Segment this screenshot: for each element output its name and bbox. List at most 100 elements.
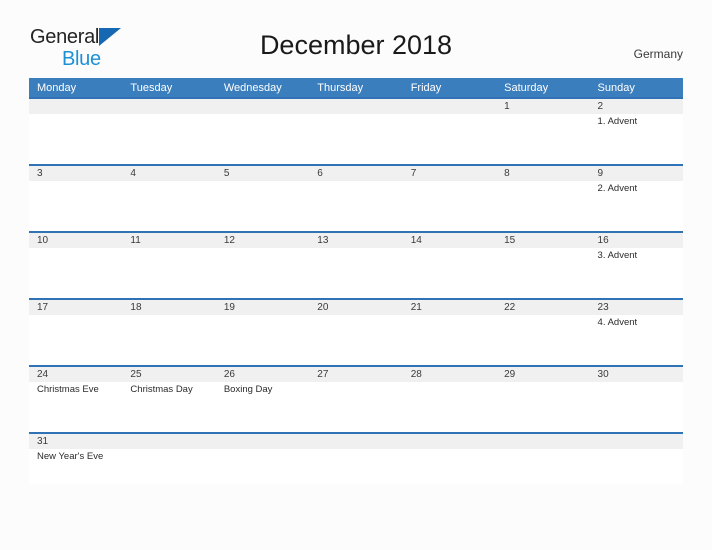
week-date-band: 1 2 [29, 99, 683, 114]
week-events-band: New Year's Eve [29, 449, 683, 463]
week-date-band: 17 18 19 20 21 22 23 [29, 300, 683, 315]
day-number[interactable] [309, 434, 402, 449]
day-number[interactable]: 19 [216, 300, 309, 315]
page-title: December 2018 [259, 30, 453, 60]
day-number[interactable]: 31 [29, 434, 122, 449]
day-number[interactable] [122, 434, 215, 449]
day-event [590, 449, 683, 463]
day-number[interactable]: 30 [590, 367, 683, 382]
week-events-band: 2. Advent [29, 181, 683, 195]
day-number[interactable]: 13 [309, 233, 402, 248]
week-events-band: 3. Advent [29, 248, 683, 262]
region-label: Germany [633, 47, 683, 61]
week-date-band: 10 11 12 13 14 15 16 [29, 233, 683, 248]
week-date-band: 24 25 26 27 28 29 30 [29, 367, 683, 382]
day-event [496, 114, 589, 128]
day-event [309, 315, 402, 329]
day-number[interactable]: 14 [403, 233, 496, 248]
day-number[interactable]: 11 [122, 233, 215, 248]
day-number[interactable]: 26 [216, 367, 309, 382]
day-number[interactable]: 25 [122, 367, 215, 382]
day-event [29, 315, 122, 329]
day-number[interactable]: 29 [496, 367, 589, 382]
day-event [29, 181, 122, 195]
day-number[interactable]: 27 [309, 367, 402, 382]
week-date-band: 3 4 5 6 7 8 9 [29, 166, 683, 181]
day-number[interactable]: 18 [122, 300, 215, 315]
day-event [403, 449, 496, 463]
week-row: 1 2 1. Advent [29, 97, 683, 164]
weekday-header-saturday: Saturday [504, 81, 549, 94]
week-row: 10 11 12 13 14 15 16 3. Advent [29, 231, 683, 298]
day-event [122, 114, 215, 128]
day-number[interactable] [29, 99, 122, 114]
day-event [403, 114, 496, 128]
day-number[interactable]: 10 [29, 233, 122, 248]
day-event: New Year's Eve [37, 451, 104, 462]
day-number[interactable]: 15 [496, 233, 589, 248]
page-header: General Blue December 2018 Germany [0, 0, 712, 69]
day-number[interactable]: 28 [403, 367, 496, 382]
day-number[interactable] [590, 434, 683, 449]
day-event [216, 114, 309, 128]
day-event [403, 315, 496, 329]
day-number[interactable]: 3 [29, 166, 122, 181]
day-number[interactable] [216, 434, 309, 449]
day-number[interactable]: 23 [590, 300, 683, 315]
day-number[interactable]: 7 [403, 166, 496, 181]
week-row: 17 18 19 20 21 22 23 4. Advent [29, 298, 683, 365]
day-number[interactable]: 6 [309, 166, 402, 181]
day-number[interactable] [403, 434, 496, 449]
day-event [496, 449, 589, 463]
week-date-band: 31 [29, 434, 683, 449]
day-number[interactable]: 22 [496, 300, 589, 315]
day-event [216, 248, 309, 262]
week-events-band: 1. Advent [29, 114, 683, 128]
weekday-header-row: Monday Tuesday Wednesday Thursday Friday… [29, 78, 683, 97]
day-number[interactable]: 20 [309, 300, 402, 315]
day-event [309, 382, 402, 396]
day-event [309, 114, 402, 128]
day-number[interactable]: 12 [216, 233, 309, 248]
day-event: Christmas Day [130, 384, 193, 395]
day-number[interactable]: 2 [590, 99, 683, 114]
day-event: 2. Advent [597, 183, 638, 194]
day-number[interactable]: 17 [29, 300, 122, 315]
weekday-header-monday: Monday [37, 81, 77, 94]
week-events-band: 4. Advent [29, 315, 683, 329]
day-event [122, 181, 215, 195]
weekday-header-friday: Friday [410, 81, 442, 94]
day-number[interactable]: 8 [496, 166, 589, 181]
day-event [309, 181, 402, 195]
day-number[interactable]: 1 [496, 99, 589, 114]
weekday-header-wednesday: Wednesday [223, 81, 282, 94]
day-event: 1. Advent [597, 116, 638, 127]
day-event [216, 181, 309, 195]
day-event: 4. Advent [597, 317, 638, 328]
day-event [496, 315, 589, 329]
day-number[interactable]: 24 [29, 367, 122, 382]
day-event [29, 248, 122, 262]
day-number[interactable]: 9 [590, 166, 683, 181]
day-number[interactable] [309, 99, 402, 114]
day-number[interactable] [216, 99, 309, 114]
weekday-header-sunday: Sunday [597, 81, 635, 94]
day-number[interactable]: 5 [216, 166, 309, 181]
day-number[interactable]: 16 [590, 233, 683, 248]
day-number[interactable]: 4 [122, 166, 215, 181]
day-event [122, 248, 215, 262]
weekday-header-tuesday: Tuesday [130, 81, 173, 94]
calendar-page: General Blue December 2018 Germany Monda… [0, 0, 712, 550]
day-number[interactable] [496, 434, 589, 449]
day-event [403, 181, 496, 195]
day-event [403, 248, 496, 262]
day-event [403, 382, 496, 396]
day-event [216, 449, 309, 463]
week-events-band: Christmas Eve Christmas Day Boxing Day [29, 382, 683, 396]
day-number[interactable] [122, 99, 215, 114]
day-number[interactable]: 21 [403, 300, 496, 315]
day-number[interactable] [403, 99, 496, 114]
day-event: Boxing Day [223, 384, 273, 395]
day-event [216, 315, 309, 329]
weekday-header-thursday: Thursday [317, 81, 364, 94]
